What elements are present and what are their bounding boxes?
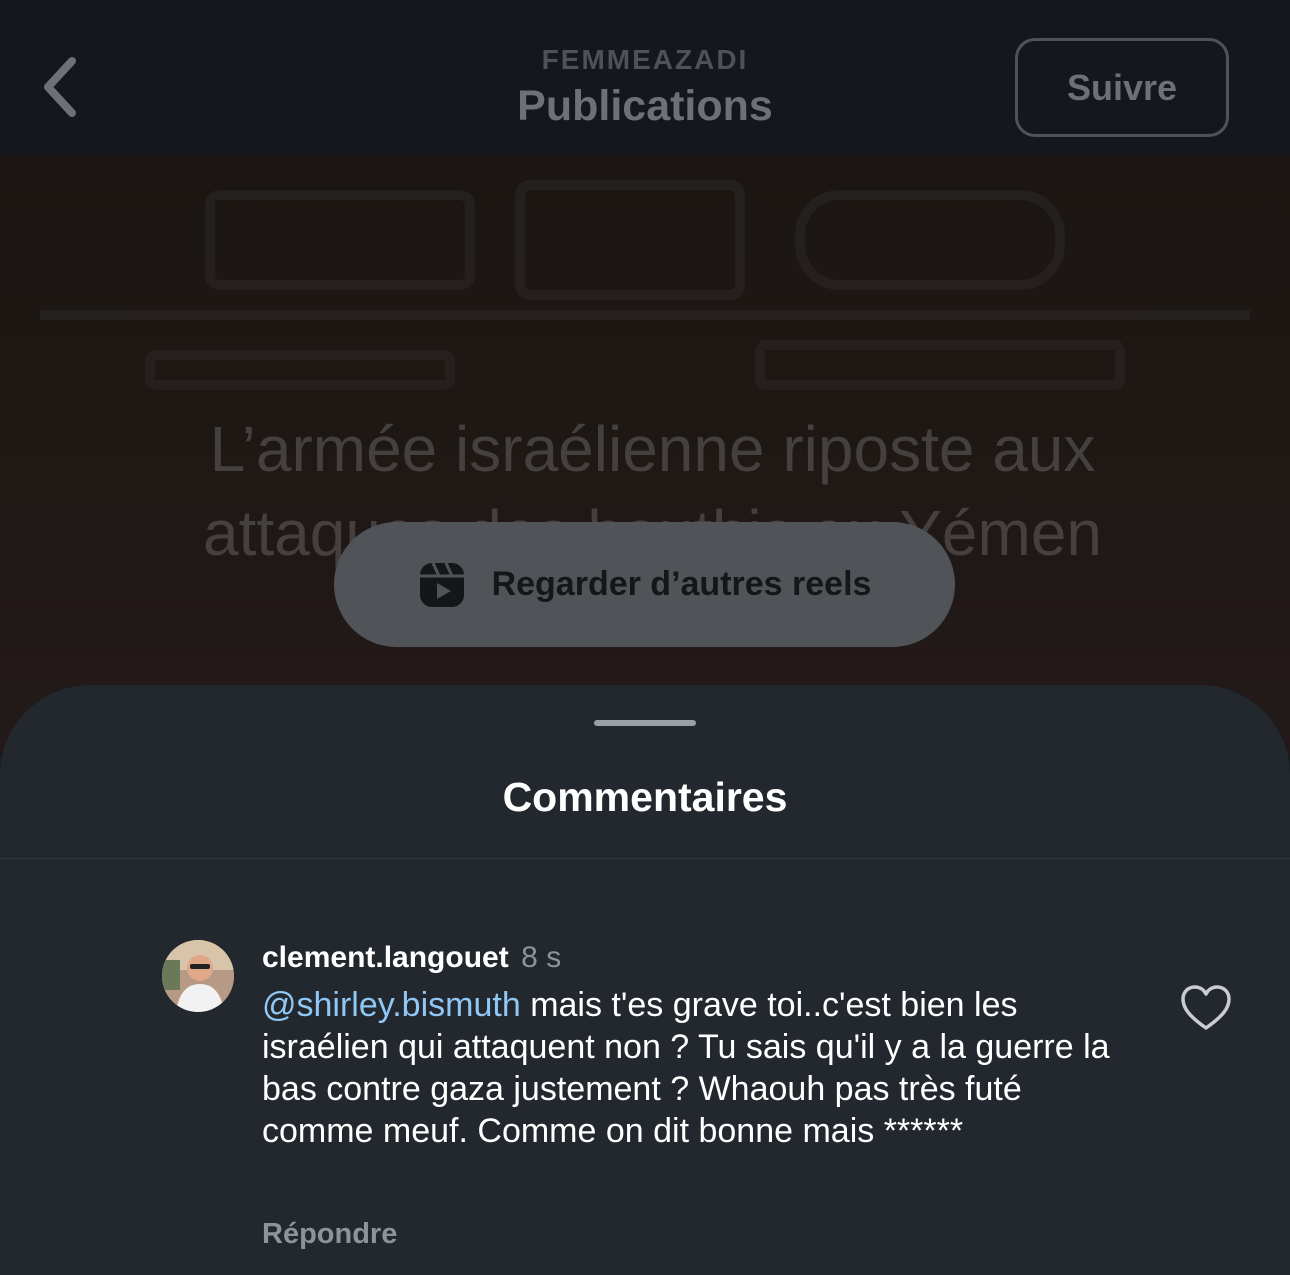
comment-mention-link[interactable]: @shirley.bismuth	[262, 986, 521, 1024]
caption-line-1: L’armée israélienne riposte aux	[209, 413, 1096, 485]
sheet-divider	[0, 858, 1290, 859]
comment-timestamp: 8 s	[521, 941, 562, 974]
comments-sheet: Commentaires clement.langouet 8 s @shirl…	[0, 685, 1290, 1275]
comment-item: clement.langouet 8 s @shirley.bismuth ma…	[162, 940, 1262, 1270]
reel-comments-screen: FEMMEAZADI Publications Suivre L’armée i…	[0, 0, 1290, 1275]
comment-header: clement.langouet 8 s	[262, 940, 561, 981]
reels-icon	[418, 561, 466, 609]
comment-username[interactable]: clement.langouet	[262, 941, 509, 974]
avatar[interactable]	[162, 940, 234, 1012]
comments-title: Commentaires	[502, 774, 788, 820]
follow-button[interactable]: Suivre	[1015, 38, 1229, 137]
sheet-drag-handle[interactable]	[594, 720, 696, 726]
top-navigation-bar: FEMMEAZADI Publications Suivre	[0, 0, 1290, 155]
reels-button-label: Regarder d’autres reels	[491, 565, 872, 603]
reply-button[interactable]: Répondre	[262, 1216, 397, 1252]
comment-body: @shirley.bismuth mais t'es grave toi..c'…	[262, 984, 1142, 1152]
reel-video-background[interactable]: L’armée israélienne riposte aux attaques…	[0, 155, 1290, 755]
heart-outline-icon[interactable]	[1179, 982, 1233, 1036]
watch-more-reels-button[interactable]: Regarder d’autres reels	[334, 522, 955, 647]
